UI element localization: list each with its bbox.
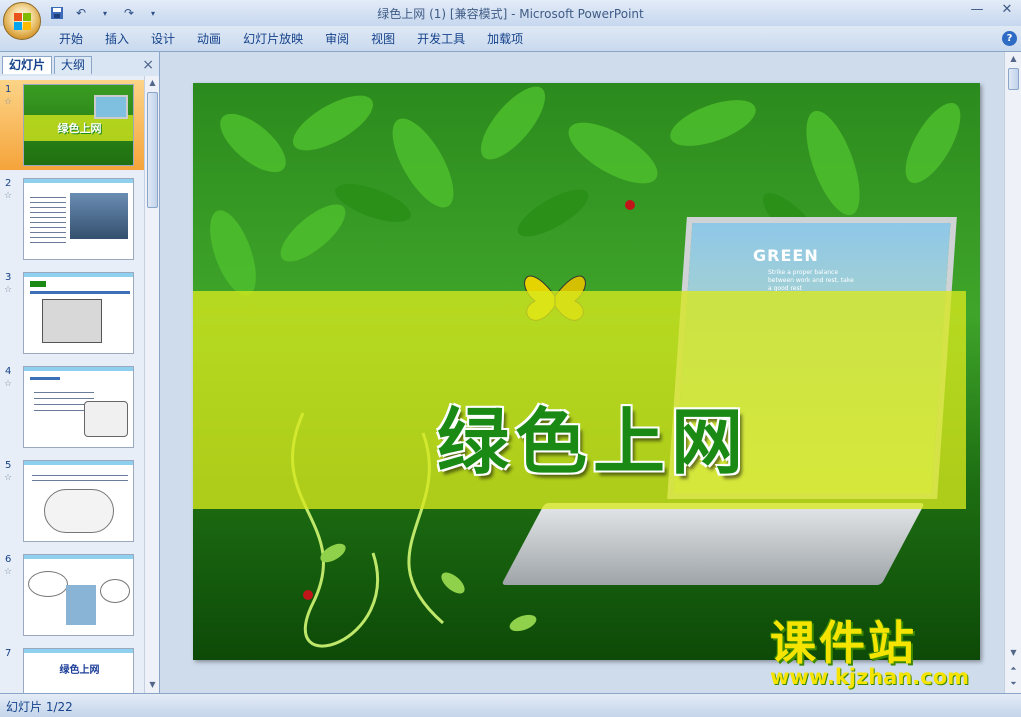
slide-thumbnail-2[interactable]: 2 ☆	[0, 174, 144, 264]
scroll-down-icon[interactable]: ▼	[147, 680, 158, 691]
status-bar: 幻灯片 1/22	[0, 693, 1021, 717]
thumbnail-image	[23, 272, 134, 354]
laptop-subtext: Strike a proper balance between work and…	[768, 269, 854, 292]
thumbnail-image	[23, 460, 134, 542]
animation-star-icon: ☆	[4, 191, 13, 201]
slide-thumbnail-5[interactable]: 5 ☆	[0, 456, 144, 546]
window-title: 绿色上网 (1) [兼容模式] - Microsoft PowerPoint	[377, 7, 644, 21]
slide-number: 1	[5, 84, 12, 95]
watermark-url: www.kjzhan.com	[770, 665, 970, 689]
slide-thumbnail-7[interactable]: 7 绿色上网	[0, 644, 144, 693]
thumbnail-image: 绿色上网	[23, 84, 134, 166]
office-logo-icon	[14, 13, 32, 31]
thumbnail-image	[23, 366, 134, 448]
tab-review[interactable]: 审阅	[314, 31, 360, 48]
slides-pane: 幻灯片 大纲 × 1 ☆ 绿色上网 2 ☆ 3 ☆ 4 ☆ 5 ☆ 6 ☆ 7 …	[0, 52, 160, 693]
thumbnail-image	[23, 178, 134, 260]
slide-number: 7	[5, 648, 12, 659]
office-button[interactable]	[3, 2, 41, 40]
slide-thumbnail-4[interactable]: 4 ☆	[0, 362, 144, 452]
thumbnail-scrollbar[interactable]: ▲ ▼	[144, 76, 159, 693]
slide-number: 6	[5, 554, 12, 565]
tab-insert[interactable]: 插入	[94, 31, 140, 48]
tab-developer[interactable]: 开发工具	[406, 31, 476, 48]
thumbnail-title: 绿色上网	[57, 122, 102, 135]
tab-design[interactable]: 设计	[140, 31, 186, 48]
slide-scrollbar[interactable]: ▲ ▼ ⏶ ⏷	[1004, 52, 1021, 693]
slide-number: 5	[5, 460, 12, 471]
slide-canvas[interactable]: GREEN Strike a proper balance between wo…	[193, 83, 980, 660]
slide-thumbnail-3[interactable]: 3 ☆	[0, 268, 144, 358]
slide-thumbnail-6[interactable]: 6 ☆	[0, 550, 144, 640]
animation-star-icon: ☆	[4, 473, 13, 483]
animation-star-icon: ☆	[4, 97, 13, 107]
scroll-up-icon[interactable]: ▲	[147, 78, 158, 89]
slide-counter: 幻灯片 1/22	[6, 700, 73, 714]
slide-editor: GREEN Strike a proper balance between wo…	[161, 52, 1021, 693]
slide-thumbnail-1[interactable]: 1 ☆ 绿色上网	[0, 80, 144, 170]
close-pane-icon[interactable]: ×	[142, 57, 154, 73]
slide-title[interactable]: 绿色上网	[393, 383, 793, 488]
scroll-thumb[interactable]	[147, 92, 158, 208]
animation-star-icon: ☆	[4, 285, 13, 295]
tab-home[interactable]: 开始	[48, 31, 94, 48]
tab-animations[interactable]: 动画	[186, 31, 232, 48]
tab-slideshow[interactable]: 幻灯片放映	[232, 31, 314, 48]
scroll-up-icon[interactable]: ▲	[1008, 54, 1019, 65]
tab-outline[interactable]: 大纲	[54, 56, 93, 74]
thumbnail-image: 绿色上网	[23, 648, 134, 693]
slide-number: 4	[5, 366, 12, 377]
thumbnail-list: 1 ☆ 绿色上网 2 ☆ 3 ☆ 4 ☆ 5 ☆ 6 ☆ 7 绿色上网	[0, 76, 144, 693]
watermark-title: 课件站	[770, 616, 917, 670]
title-bar: ↶ ▾ ↷ ▾ 绿色上网 (1) [兼容模式] - Microsoft Powe…	[0, 0, 1021, 26]
laptop-keyboard	[501, 503, 925, 585]
ribbon: 开始 插入 设计 动画 幻灯片放映 审阅 视图 开发工具 加载项 ?	[0, 26, 1021, 52]
thumbnail-title: 绿色上网	[59, 665, 100, 676]
scroll-thumb[interactable]	[1008, 68, 1019, 90]
laptop-brand-text: GREEN	[753, 246, 819, 265]
tab-view[interactable]: 视图	[360, 31, 406, 48]
pane-tabs: 幻灯片 大纲 ×	[0, 54, 160, 74]
animation-star-icon: ☆	[4, 567, 13, 577]
ribbon-tabs: 开始 插入 设计 动画 幻灯片放映 审阅 视图 开发工具 加载项	[48, 31, 534, 48]
tab-addins[interactable]: 加载项	[476, 31, 534, 48]
minimize-icon[interactable]: —	[969, 2, 985, 17]
tab-slides[interactable]: 幻灯片	[2, 56, 53, 74]
close-icon[interactable]: ✕	[999, 2, 1015, 17]
thumbnail-image	[23, 554, 134, 636]
slide-number: 2	[5, 178, 12, 189]
slide-number: 3	[5, 272, 12, 283]
animation-star-icon: ☆	[4, 379, 13, 389]
window-controls: — ✕	[969, 2, 1015, 17]
watermark: 课件站 www.kjzhan.com	[770, 617, 1010, 689]
help-icon[interactable]: ?	[1002, 31, 1017, 46]
